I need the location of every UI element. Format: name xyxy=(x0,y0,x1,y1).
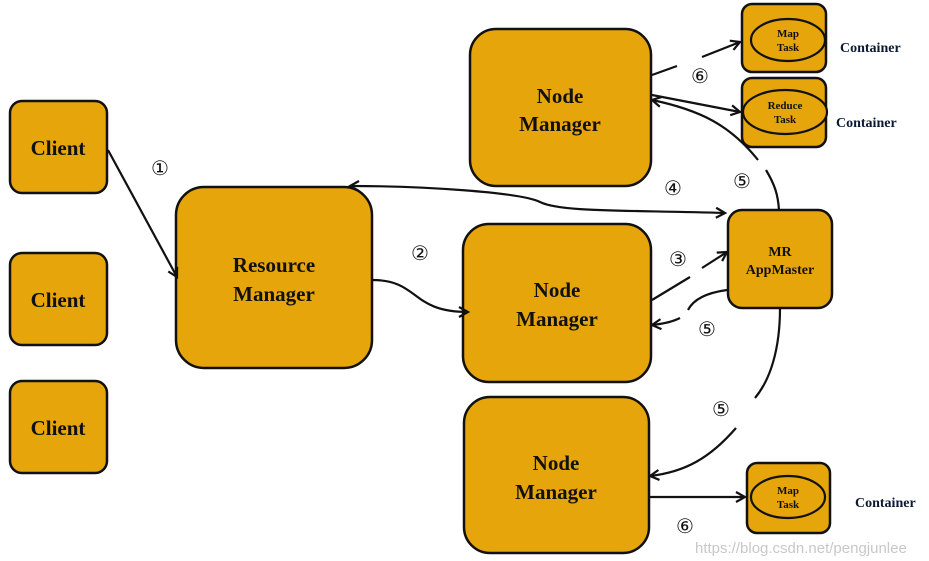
container-label: Container xyxy=(840,41,901,56)
step-5-label: ⑤ xyxy=(712,397,730,421)
node-manager-label-2: Manager xyxy=(516,307,598,331)
task-label: Map xyxy=(777,28,799,40)
arrow-appmaster-to-nm3 xyxy=(650,427,737,476)
yarn-workflow-diagram: Client Client Client Resource Manager No… xyxy=(0,0,929,561)
container-map-task-1: Map Task Container xyxy=(740,2,901,74)
arrow-appmaster-to-nm3-tail xyxy=(754,307,782,399)
container-map-task-2: Map Task Container xyxy=(745,461,916,535)
node-manager-label-1: Node xyxy=(537,84,584,108)
arrow-nm2-to-appmaster-dash xyxy=(651,276,691,301)
step-5-label: ⑤ xyxy=(733,169,751,193)
client-label: Client xyxy=(31,136,86,160)
node-manager-3: Node Manager xyxy=(462,395,651,555)
diagram-canvas: Client Client Client Resource Manager No… xyxy=(8,2,916,557)
node-manager-label-2: Manager xyxy=(519,112,601,136)
watermark: https://blog.csdn.net/pengjunlee xyxy=(695,540,907,557)
resource-manager-node: Resource Manager xyxy=(174,185,374,370)
step-1-label: ① xyxy=(151,156,169,180)
step-2-label: ② xyxy=(411,241,429,265)
container-reduce-task: Reduce Task Container xyxy=(740,76,897,149)
step-6-label: ⑥ xyxy=(676,514,694,538)
step-5-label: ⑤ xyxy=(698,317,716,341)
client-node-1: Client xyxy=(8,99,109,195)
arrow-nm2-to-appmaster xyxy=(701,252,727,269)
step-4-label: ④ xyxy=(664,176,682,200)
arrow-appmaster-to-nm1-tail xyxy=(765,169,781,211)
client-label: Client xyxy=(31,416,86,440)
task-label: Task xyxy=(774,114,797,126)
appmaster-label-1: MR xyxy=(768,245,792,260)
resource-manager-label-1: Resource xyxy=(233,253,315,277)
step-3-label: ③ xyxy=(669,247,687,271)
client-label: Client xyxy=(31,288,86,312)
arrow-rm-to-nm2 xyxy=(371,278,468,312)
task-label: Task xyxy=(777,499,800,511)
appmaster-label-2: AppMaster xyxy=(746,263,814,278)
node-manager-label-2: Manager xyxy=(515,480,597,504)
node-manager-2: Node Manager xyxy=(461,222,653,384)
arrow-appmaster-to-nm2-dash xyxy=(687,288,728,311)
task-label: Map xyxy=(777,485,799,497)
node-manager-1: Node Manager xyxy=(468,27,653,188)
arrow-nm1-to-map-dash xyxy=(651,64,678,77)
container-label: Container xyxy=(836,116,897,131)
arrow-nm1-to-map xyxy=(701,42,740,59)
client-node-3: Client xyxy=(8,379,109,475)
container-label: Container xyxy=(855,496,916,511)
resource-manager-label-2: Manager xyxy=(233,282,315,306)
node-manager-label-1: Node xyxy=(533,451,580,475)
task-label: Reduce xyxy=(768,100,803,112)
node-manager-label-1: Node xyxy=(534,278,581,302)
task-label: Task xyxy=(777,42,800,54)
client-node-2: Client xyxy=(8,251,109,347)
step-6-label: ⑥ xyxy=(691,64,709,88)
mr-appmaster-node: MR AppMaster xyxy=(726,208,834,310)
arrow-appmaster-to-nm2 xyxy=(652,317,681,325)
